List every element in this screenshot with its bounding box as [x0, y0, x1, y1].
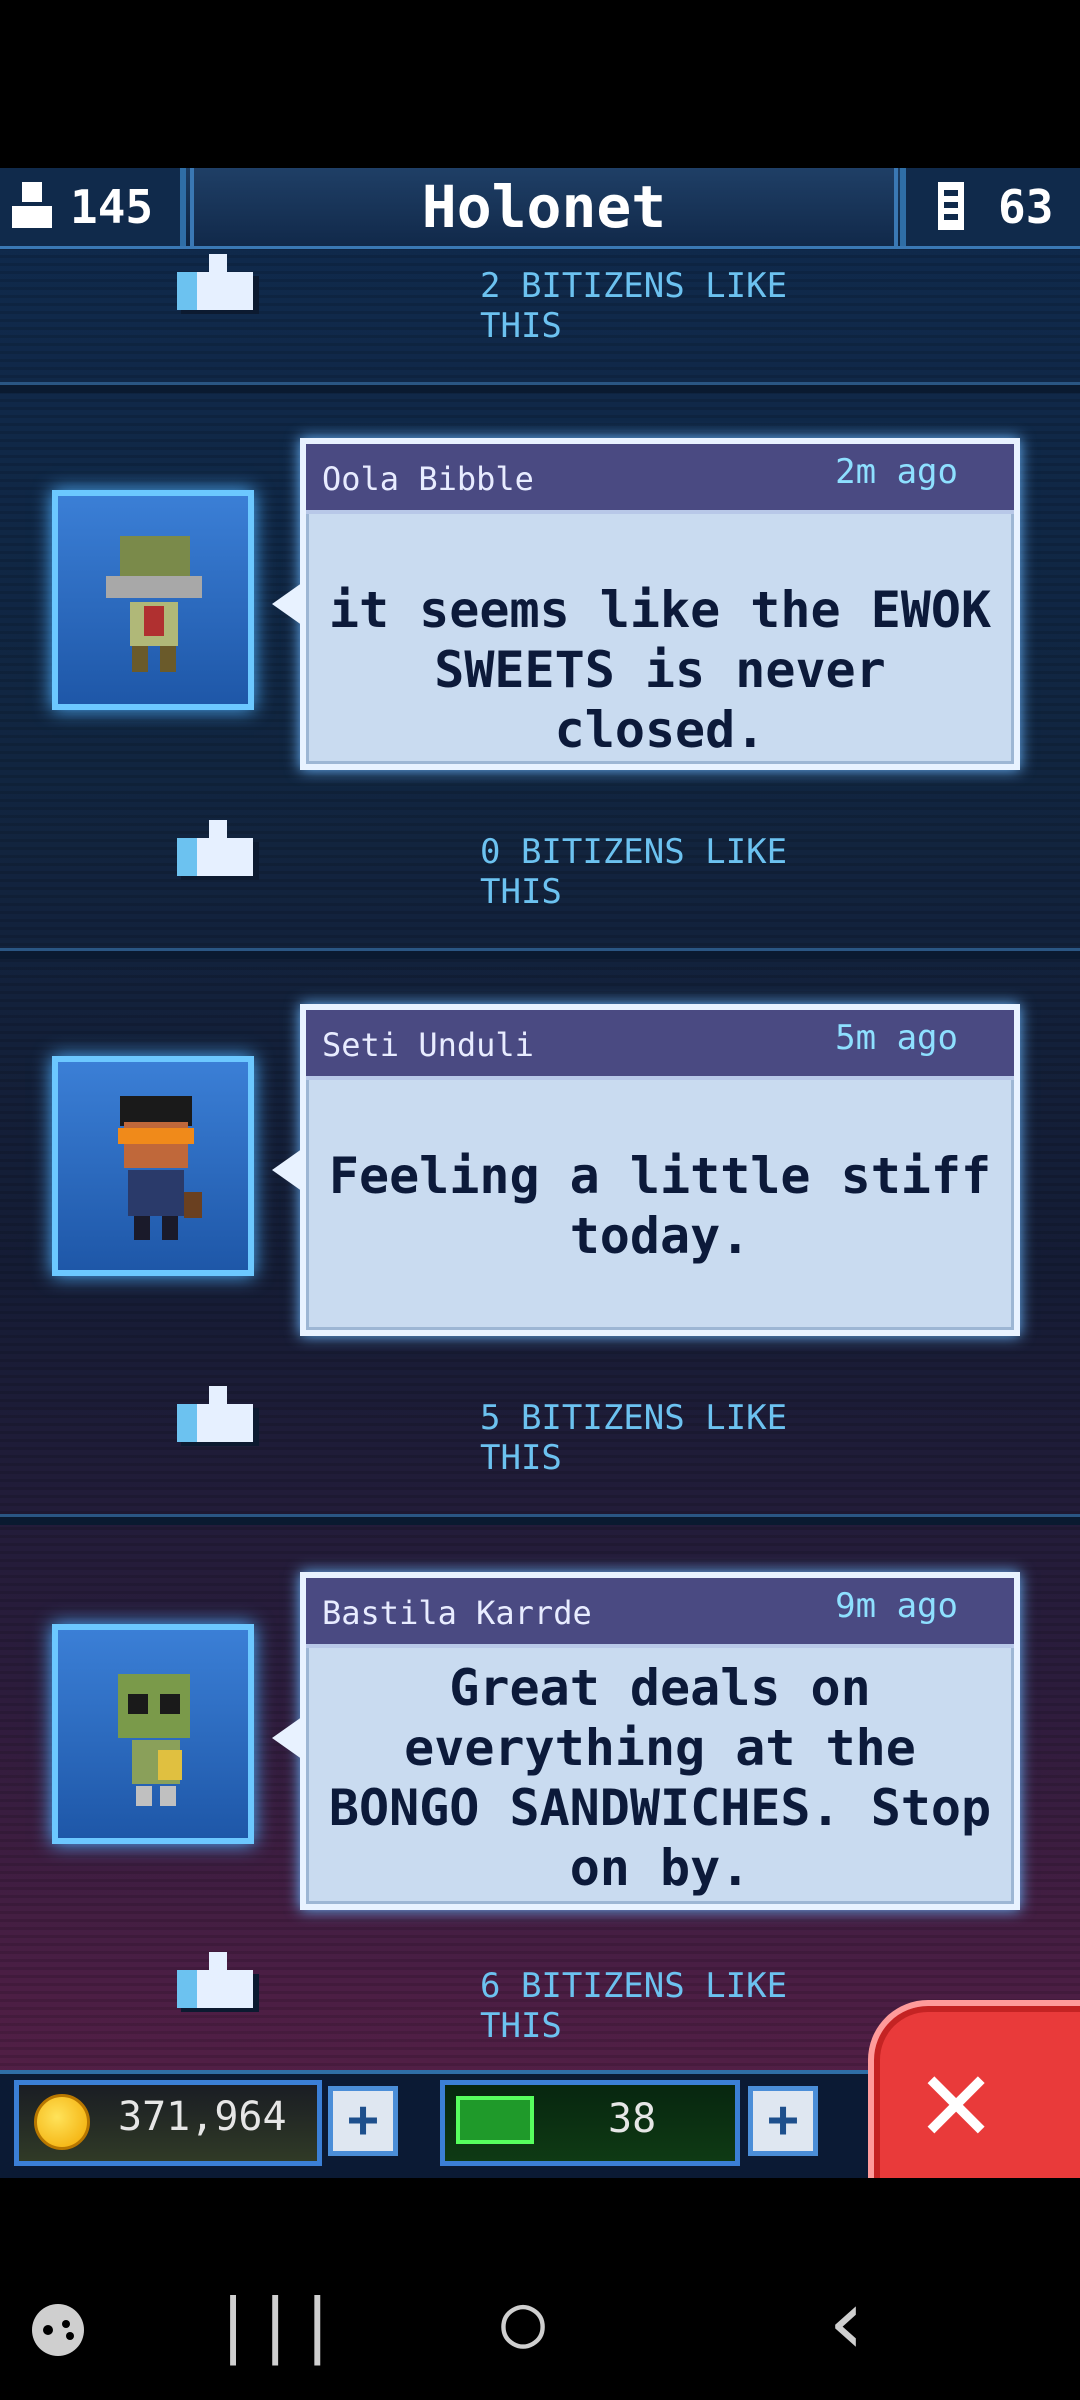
likes-count: 5 BITIZENS LIKE THIS — [480, 1398, 788, 1478]
likes-count: 6 BITIZENS LIKE THIS — [480, 1966, 788, 2046]
like-icon[interactable] — [175, 818, 265, 882]
post-divider — [0, 948, 1080, 959]
like-icon[interactable] — [175, 1384, 265, 1448]
post-divider — [0, 382, 1080, 393]
bitizen-portrait — [118, 1674, 190, 1806]
timestamp: 2m ago — [835, 452, 958, 492]
bitizen-portrait — [106, 536, 202, 672]
avatar[interactable] — [52, 1624, 254, 1844]
like-icon[interactable] — [175, 252, 265, 316]
message-header: Bastila Karrde 9m ago — [306, 1578, 1014, 1648]
bux-value: 38 — [608, 2096, 657, 2142]
message-text: it seems like the EWOK SWEETS is never c… — [328, 581, 992, 759]
game-controller-icon[interactable] — [30, 2302, 86, 2358]
message-bubble: Seti Unduli 5m ago Feeling a little stif… — [272, 1004, 1020, 1336]
timestamp: 5m ago — [835, 1018, 958, 1058]
message-header: Oola Bibble 2m ago — [306, 444, 1014, 514]
likes-count: 2 BITIZENS LIKE THIS — [480, 266, 788, 346]
recents-button[interactable]: ||| — [212, 2284, 338, 2366]
author-name: Bastila Karrde — [322, 1594, 592, 1632]
message-bubble: Bastila Karrde 9m ago Great deals on eve… — [272, 1572, 1020, 1910]
message-bubble: Oola Bibble 2m ago it seems like the EWO… — [272, 438, 1020, 770]
home-button[interactable]: ◯ — [502, 2280, 544, 2362]
bux-icon — [456, 2096, 534, 2144]
floors-value: 63 — [998, 180, 1054, 234]
status-bar-area — [0, 0, 1080, 168]
population-value: 145 — [70, 180, 154, 234]
close-icon: ✕ — [920, 2030, 993, 2169]
coins-value: 371,964 — [118, 2094, 287, 2140]
message-text: Feeling a little stiff today. — [328, 1147, 992, 1265]
floors-counter: 63 — [900, 168, 1080, 246]
add-coins-button[interactable]: + — [328, 2086, 398, 2156]
tower-icon — [938, 182, 964, 230]
message-header: Seti Unduli 5m ago — [306, 1010, 1014, 1080]
population-counter: 145 — [0, 168, 186, 246]
coin-icon — [34, 2094, 90, 2150]
person-icon — [12, 182, 52, 228]
author-name: Seti Unduli — [322, 1026, 534, 1064]
add-bux-button[interactable]: + — [748, 2086, 818, 2156]
page-title-text: Holonet — [421, 173, 667, 241]
likes-count: 0 BITIZENS LIKE THIS — [480, 832, 788, 912]
avatar[interactable] — [52, 490, 254, 710]
page-title: Holonet — [190, 168, 898, 246]
back-button[interactable]: ‹ — [820, 2270, 874, 2375]
like-icon[interactable] — [175, 1950, 265, 2014]
post-divider — [0, 1514, 1080, 1525]
timestamp: 9m ago — [835, 1586, 958, 1626]
bitizen-portrait — [118, 1096, 202, 1240]
message-text: Great deals on everything at the BONGO S… — [328, 1659, 992, 1897]
author-name: Oola Bibble — [322, 460, 534, 498]
avatar[interactable] — [52, 1056, 254, 1276]
